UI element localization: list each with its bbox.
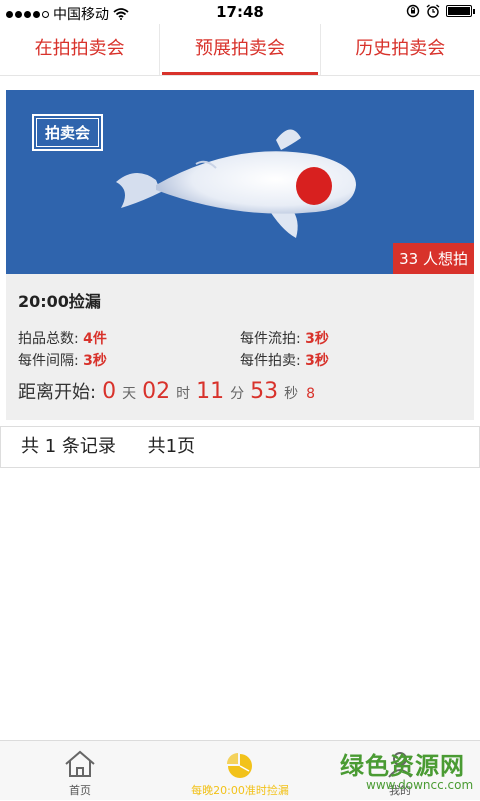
sell-time-row: 每件拍卖: 3秒: [240, 350, 329, 370]
total-items-row: 拍品总数: 4件: [18, 328, 107, 348]
countdown-label: 距离开始:: [18, 382, 97, 403]
tab-preview-auctions[interactable]: 预展拍卖会: [159, 24, 319, 75]
interval-value: 3秒: [83, 353, 107, 369]
koi-fish-image: [116, 129, 356, 238]
nav-home[interactable]: 首页: [40, 741, 120, 801]
countdown-hours: 02: [142, 379, 171, 404]
auction-card[interactable]: 拍卖会 33 人想拍 20:00捡漏 拍品总数: 4件 每件流拍: 3秒 每件间…: [6, 90, 474, 420]
start-countdown: 距离开始: 0 天 02 时 11 分 53 秒 8: [18, 378, 315, 404]
tab-history-auctions[interactable]: 历史拍卖会: [319, 24, 480, 75]
pie-chart-icon: [227, 753, 252, 778]
site-watermark: 绿色资源网 www.downcc.com: [330, 744, 475, 800]
tab-live-auctions[interactable]: 在拍拍卖会: [0, 24, 159, 75]
rotation-lock-icon: [406, 4, 420, 18]
total-items-value: 4件: [83, 331, 107, 347]
auction-title: 20:00捡漏: [18, 292, 101, 311]
records-summary: 共 1 条记录 共1页: [0, 426, 480, 468]
status-right: [406, 4, 475, 18]
banner-badge-label: 拍卖会: [36, 118, 100, 147]
total-items-label: 拍品总数:: [18, 331, 79, 347]
home-icon: [65, 750, 95, 777]
record-count: 共 1 条记录: [21, 436, 116, 457]
status-bar: 中国移动 17:48: [0, 0, 480, 24]
fail-time-value: 3秒: [305, 331, 329, 347]
fail-time-label: 每件流拍:: [240, 331, 301, 347]
alarm-icon: [426, 4, 440, 18]
watermark-url: www.downcc.com: [366, 778, 474, 792]
countdown-tenths: 8: [306, 386, 315, 402]
nav-daily-deal-label: 每晚20:00准时捡漏: [191, 784, 289, 797]
auction-banner[interactable]: 拍卖会 33 人想拍: [6, 90, 474, 274]
nav-daily-deal[interactable]: 每晚20:00准时捡漏: [160, 741, 320, 801]
countdown-seconds: 53: [250, 379, 279, 404]
sell-time-value: 3秒: [305, 353, 329, 369]
countdown-seconds-unit: 秒: [284, 386, 299, 402]
countdown-hours-unit: 时: [176, 386, 191, 402]
watermark-cn: 绿色资源网: [340, 752, 465, 780]
want-count-tag: 33 人想拍: [393, 243, 474, 274]
auction-tabs: 在拍拍卖会 预展拍卖会 历史拍卖会: [0, 24, 480, 76]
banner-badge: 拍卖会: [32, 114, 104, 151]
fail-time-row: 每件流拍: 3秒: [240, 328, 329, 348]
countdown-days: 0: [102, 379, 117, 404]
page-count: 共1页: [147, 436, 196, 457]
want-count: 33: [399, 250, 419, 268]
countdown-minutes: 11: [196, 379, 225, 404]
interval-label: 每件间隔:: [18, 353, 79, 369]
battery-icon: [446, 5, 475, 17]
countdown-days-unit: 天: [122, 386, 137, 402]
nav-home-label: 首页: [69, 784, 91, 797]
sell-time-label: 每件拍卖:: [240, 353, 301, 369]
interval-row: 每件间隔: 3秒: [18, 350, 107, 370]
want-label: 人想拍: [422, 250, 468, 268]
countdown-minutes-unit: 分: [230, 386, 245, 402]
